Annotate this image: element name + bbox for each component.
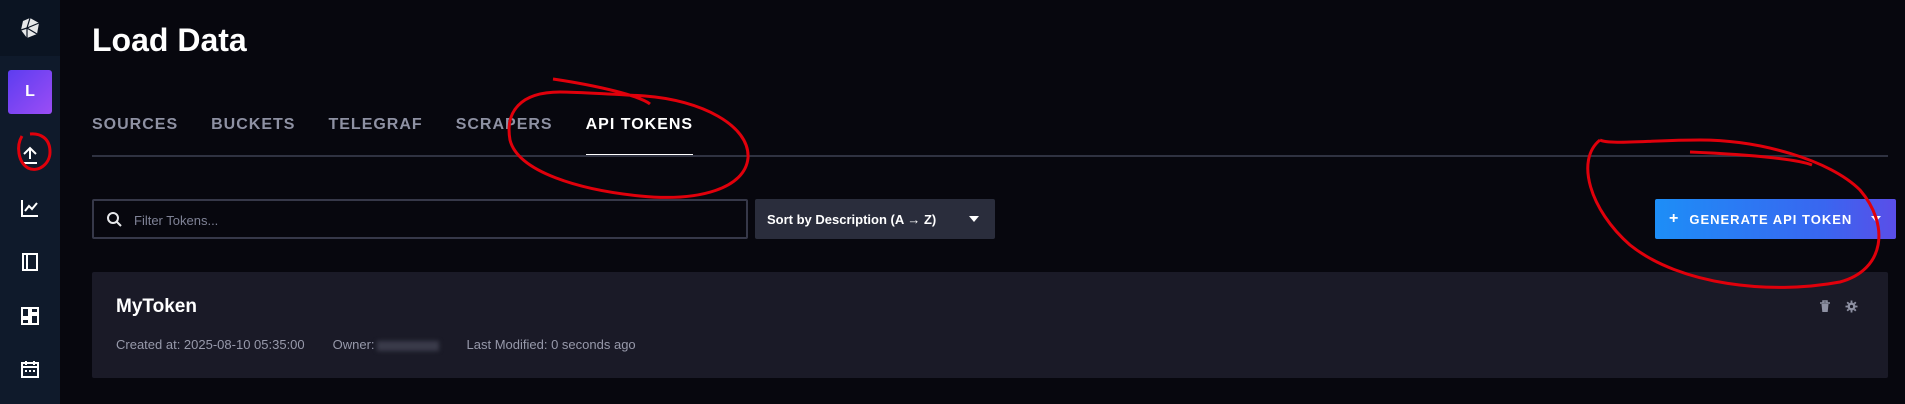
notebook-icon <box>22 253 38 271</box>
sidebar-item-data-explorer[interactable] <box>0 186 60 230</box>
tab-bar: SOURCES BUCKETS TELEGRAF SCRAPERS API TO… <box>92 116 726 156</box>
dashboard-icon <box>21 307 39 325</box>
upload-icon <box>23 146 37 164</box>
tab-sources[interactable]: SOURCES <box>92 116 178 156</box>
filter-tokens-input[interactable] <box>132 201 736 239</box>
tab-telegraf[interactable]: TELEGRAF <box>328 116 422 156</box>
sidebar: L <box>0 0 60 404</box>
tab-api-tokens[interactable]: API TOKENS <box>585 116 694 156</box>
search-icon <box>106 211 122 227</box>
logo[interactable] <box>0 0 60 56</box>
sidebar-item-dashboards[interactable] <box>0 294 60 338</box>
generate-api-token-label: GENERATE API TOKEN <box>1689 211 1853 227</box>
token-name[interactable]: MyToken <box>116 296 197 318</box>
sort-dropdown[interactable]: Sort by Description (A → Z) <box>755 199 995 239</box>
page-title: Load Data <box>92 22 247 58</box>
tab-buckets[interactable]: BUCKETS <box>211 116 295 156</box>
sort-dropdown-label: Sort by Description (A → Z) <box>767 211 937 227</box>
gear-icon[interactable] <box>1845 300 1858 313</box>
token-owner: Owner: <box>333 337 439 352</box>
caret-down-icon <box>969 216 979 222</box>
influx-logo-icon <box>20 17 40 38</box>
caret-down-icon <box>1871 216 1881 222</box>
filter-tokens-field <box>92 199 748 239</box>
generate-api-token-button[interactable]: + GENERATE API TOKEN <box>1655 199 1896 239</box>
owner-redacted <box>376 340 439 351</box>
token-modified: Last Modified: 0 seconds ago <box>466 337 636 352</box>
sidebar-item-notebooks[interactable] <box>0 240 60 284</box>
chart-icon <box>21 200 38 217</box>
token-owner-label: Owner: <box>332 337 375 352</box>
plus-icon: + <box>1669 210 1680 227</box>
tab-divider <box>92 155 1888 157</box>
sidebar-item-tasks[interactable] <box>0 347 60 391</box>
token-actions <box>1819 300 1858 313</box>
sidebar-item-load-data[interactable] <box>0 133 60 177</box>
tab-scrapers[interactable]: SCRAPERS <box>456 116 553 156</box>
calendar-icon <box>21 361 39 378</box>
token-created: Created at: 2025-08-10 05:35:00 <box>116 337 305 352</box>
org-avatar[interactable]: L <box>8 70 52 114</box>
trash-icon[interactable] <box>1819 300 1831 313</box>
token-card: MyToken Created at: 2025-08-10 05:35:00 … <box>92 272 1888 378</box>
token-meta: Created at: 2025-08-10 05:35:00 Owner: L… <box>116 337 664 352</box>
